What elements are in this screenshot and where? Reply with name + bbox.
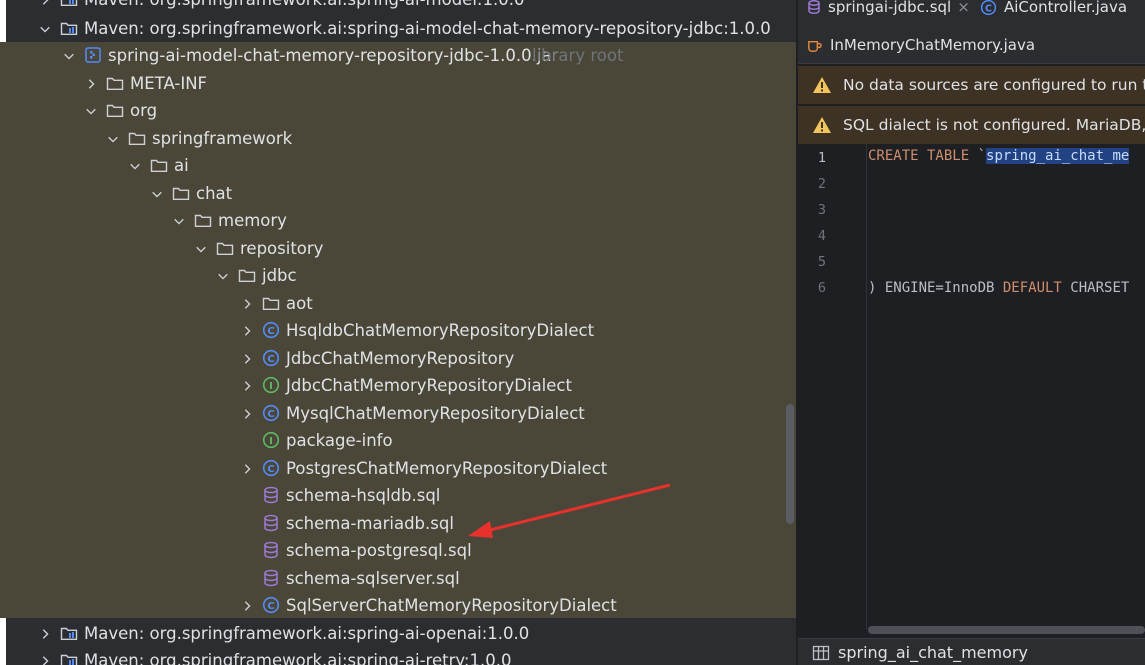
tab-label: AiController.java <box>1004 0 1128 16</box>
line-number: 2 <box>817 176 826 192</box>
code-line-1[interactable]: CREATE TABLE `spring_ai_chat_me <box>868 148 1130 164</box>
line-number: 3 <box>817 202 826 218</box>
selected-table-name: spring_ai_chat_me <box>986 148 1130 164</box>
warning-banner-datasource: No data sources are configured to run t <box>798 66 1145 105</box>
breadcrumb-bar: spring_ai_chat_memory <box>798 638 1145 665</box>
tab-label: springai-jdbc.sql <box>828 0 952 16</box>
annotation-arrow <box>468 483 671 538</box>
line-number: 5 <box>817 254 826 270</box>
table-icon <box>812 645 830 660</box>
editor-tab-bar: springai-jdbc.sql × C AiController.java … <box>798 0 1145 64</box>
warning-banner-dialect: SQL dialect is not configured. MariaDB, <box>798 106 1145 145</box>
banner-text: No data sources are configured to run t <box>843 76 1145 94</box>
editor-horizontal-scrollbar[interactable] <box>868 626 1145 634</box>
code-text: CHARSET <box>1061 280 1130 296</box>
class-icon: C <box>980 0 997 15</box>
line-number: 4 <box>817 228 826 244</box>
database-icon <box>808 0 820 14</box>
line-number-gutter: 1 2 3 4 5 6 <box>798 144 867 630</box>
svg-text:C: C <box>985 3 992 14</box>
tab-label: InMemoryChatMemory.java <box>830 36 1036 54</box>
tab-inmemorychatmemory-java[interactable]: InMemoryChatMemory.java <box>806 34 1035 56</box>
editor-panel: springai-jdbc.sql × C AiController.java … <box>798 0 1145 665</box>
code-text: ) ENGINE=InnoDB <box>868 280 1003 296</box>
tab-springai-jdbc-sql[interactable]: springai-jdbc.sql × <box>806 0 970 18</box>
breadcrumb-table-name[interactable]: spring_ai_chat_memory <box>838 643 1028 662</box>
warning-icon <box>813 77 831 93</box>
tab-aicontroller-java[interactable]: C AiController.java <box>980 0 1127 18</box>
code-line-6[interactable]: ) ENGINE=InnoDB DEFAULT CHARSET <box>868 280 1129 296</box>
cup-icon <box>808 40 822 52</box>
line-number: 6 <box>817 280 826 296</box>
project-panel: Maven: org.springframework.ai:spring-ai-… <box>0 0 796 665</box>
sql-keyword: DEFAULT <box>1002 280 1062 296</box>
backtick: ` <box>977 148 987 164</box>
banner-text: SQL dialect is not configured. MariaDB, <box>843 116 1145 134</box>
sql-keyword: CREATE TABLE <box>868 148 978 164</box>
close-icon[interactable]: × <box>957 0 970 16</box>
warning-icon <box>813 117 831 133</box>
line-number: 1 <box>817 150 826 166</box>
